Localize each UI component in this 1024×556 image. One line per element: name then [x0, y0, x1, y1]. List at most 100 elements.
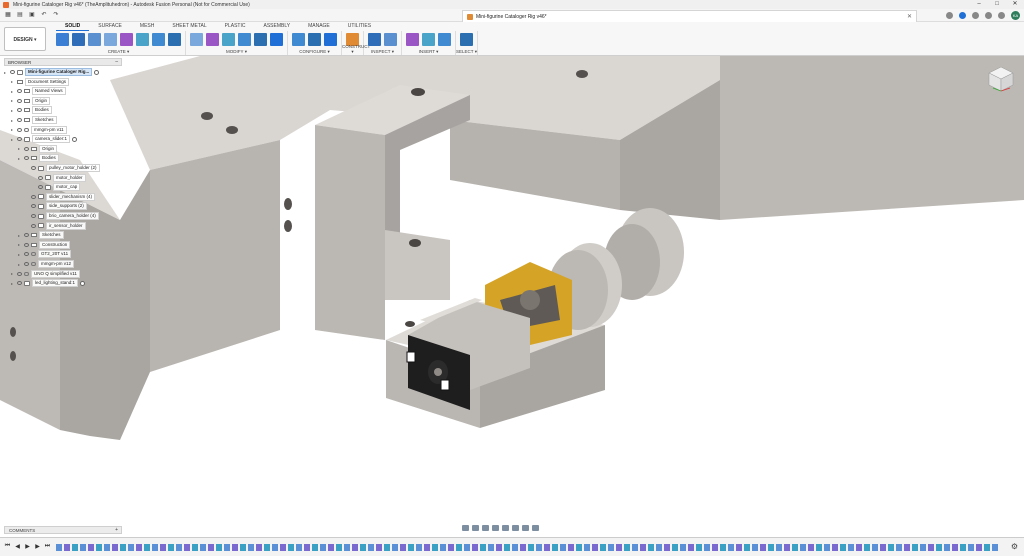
- timeline-feature-icon[interactable]: [728, 544, 734, 551]
- browser-item[interactable]: ▸ Bodies: [18, 154, 59, 163]
- timeline-back-button[interactable]: ◀: [14, 543, 21, 550]
- expand-arrow-icon[interactable]: ▸: [11, 98, 15, 103]
- timeline-feature-icon[interactable]: [848, 544, 854, 551]
- activate-component-icon[interactable]: [94, 69, 100, 75]
- timeline-feature-icon[interactable]: [360, 544, 366, 551]
- move-tool-icon[interactable]: [270, 33, 283, 46]
- pan-icon[interactable]: [482, 524, 489, 531]
- extensions-icon[interactable]: [959, 12, 966, 19]
- timeline-feature-icon[interactable]: [576, 544, 582, 551]
- timeline-feature-icon[interactable]: [816, 544, 822, 551]
- timeline-feature-icon[interactable]: [392, 544, 398, 551]
- timeline-feature-icon[interactable]: [352, 544, 358, 551]
- timeline-feature-icon[interactable]: [176, 544, 182, 551]
- ribbon-tab-manage[interactable]: MANAGE: [299, 23, 339, 31]
- timeline-feature-icon[interactable]: [200, 544, 206, 551]
- expand-arrow-icon[interactable]: ▸: [18, 242, 22, 247]
- ribbon-tab-plastic[interactable]: PLASTIC: [216, 23, 255, 31]
- tool-group-label[interactable]: MODIFY ▾: [186, 49, 287, 55]
- timeline-feature-icon[interactable]: [168, 544, 174, 551]
- timeline-forward-button[interactable]: ▶: [34, 543, 41, 550]
- timeline-feature-icon[interactable]: [80, 544, 86, 551]
- expand-arrow-icon[interactable]: ▸: [18, 262, 22, 267]
- timeline-feature-icon[interactable]: [896, 544, 902, 551]
- timeline-feature-icon[interactable]: [488, 544, 494, 551]
- expand-arrow-icon[interactable]: ▸: [18, 146, 22, 151]
- browser-item[interactable]: motor_cap: [32, 183, 81, 192]
- browser-item[interactable]: ▸ camera_slider:1: [11, 135, 78, 144]
- timeline-feature-icon[interactable]: [960, 544, 966, 551]
- timeline-feature-icon[interactable]: [240, 544, 246, 551]
- maximize-button[interactable]: □: [988, 0, 1006, 9]
- insert-mesh-tool-icon[interactable]: [438, 33, 451, 46]
- timeline-feature-icon[interactable]: [88, 544, 94, 551]
- timeline-feature-icon[interactable]: [968, 544, 974, 551]
- timeline-feature-icon[interactable]: [416, 544, 422, 551]
- browser-item[interactable]: ▸ mmgm-pm v12: [18, 260, 75, 268]
- browser-item[interactable]: side_supports (2): [25, 202, 87, 211]
- timeline-feature-icon[interactable]: [808, 544, 814, 551]
- expand-arrow-icon[interactable]: ▸: [11, 137, 15, 142]
- configure-3-tool-icon[interactable]: [324, 33, 337, 46]
- timeline-feature-icon[interactable]: [448, 544, 454, 551]
- visibility-eye-icon[interactable]: [24, 233, 29, 238]
- timeline-end-button[interactable]: ⏭: [44, 543, 51, 550]
- visibility-eye-icon[interactable]: [31, 166, 36, 170]
- timeline-feature-icon[interactable]: [232, 544, 238, 551]
- tool-group-label[interactable]: CREATE ▾: [52, 49, 185, 55]
- timeline-feature-icon[interactable]: [456, 544, 462, 551]
- timeline-feature-icon[interactable]: [920, 544, 926, 551]
- timeline-feature-icon[interactable]: [560, 544, 566, 551]
- timeline-feature-icon[interactable]: [624, 544, 630, 551]
- timeline-feature-icon[interactable]: [864, 544, 870, 551]
- timeline-feature-icon[interactable]: [752, 544, 758, 551]
- document-tab[interactable]: Mini-figurine Cataloger Rig v46* ✕: [462, 10, 917, 22]
- visibility-eye-icon[interactable]: [31, 223, 36, 228]
- visibility-eye-icon[interactable]: [24, 262, 29, 266]
- timeline-feature-icon[interactable]: [744, 544, 750, 551]
- file-icon[interactable]: ▤: [16, 11, 24, 19]
- timeline-feature-icon[interactable]: [640, 544, 646, 551]
- loft-tool-icon[interactable]: [120, 33, 133, 46]
- configure-1-tool-icon[interactable]: [292, 33, 305, 46]
- expand-arrow-icon[interactable]: ▸: [18, 233, 22, 238]
- timeline-feature-icon[interactable]: [656, 544, 662, 551]
- workspace-switcher-button[interactable]: DESIGN ▾: [4, 27, 46, 51]
- job-status-icon[interactable]: [972, 12, 979, 19]
- timeline-feature-icon[interactable]: [64, 544, 70, 551]
- timeline-feature-icon[interactable]: [760, 544, 766, 551]
- timeline-feature-icon[interactable]: [536, 544, 542, 551]
- browser-item[interactable]: ▸ Mini-figurine Cataloger Rig...: [4, 68, 100, 76]
- fillet-tool-icon[interactable]: [206, 33, 219, 46]
- timeline-start-button[interactable]: ⏮: [4, 543, 11, 550]
- timeline-feature-icon[interactable]: [528, 544, 534, 551]
- expand-arrow-icon[interactable]: ▸: [18, 156, 22, 161]
- expand-arrow-icon[interactable]: ▸: [11, 281, 15, 286]
- expand-arrow-icon[interactable]: ▸: [4, 70, 8, 75]
- timeline-feature-icon[interactable]: [696, 544, 702, 551]
- notifications-icon[interactable]: [985, 12, 992, 19]
- timeline-feature-icon[interactable]: [632, 544, 638, 551]
- press-pull-tool-icon[interactable]: [190, 33, 203, 46]
- browser-item[interactable]: motor_holder: [32, 173, 86, 182]
- browser-item[interactable]: ▸ GT2_20T v11: [18, 250, 72, 259]
- timeline-feature-icon[interactable]: [616, 544, 622, 551]
- fit-icon[interactable]: [502, 524, 509, 531]
- timeline-feature-icon[interactable]: [296, 544, 302, 551]
- tool-group-label[interactable]: INSERT ▾: [402, 49, 455, 55]
- grid-menu-icon[interactable]: ▦: [4, 11, 12, 19]
- chamfer-tool-icon[interactable]: [222, 33, 235, 46]
- timeline-feature-icon[interactable]: [592, 544, 598, 551]
- visibility-eye-icon[interactable]: [31, 204, 36, 209]
- revolve-tool-icon[interactable]: [88, 33, 101, 46]
- timeline-feature-icon[interactable]: [152, 544, 158, 551]
- timeline-feature-icon[interactable]: [384, 544, 390, 551]
- visibility-eye-icon[interactable]: [38, 185, 43, 190]
- timeline-feature-icon[interactable]: [432, 544, 438, 551]
- browser-item[interactable]: ▸ Construction: [18, 240, 71, 249]
- new-tab-icon[interactable]: [946, 12, 953, 19]
- section-tool-icon[interactable]: [384, 33, 397, 46]
- pattern-tool-icon[interactable]: [168, 33, 181, 46]
- timeline-feature-icon[interactable]: [320, 544, 326, 551]
- zoom-icon[interactable]: [492, 524, 499, 531]
